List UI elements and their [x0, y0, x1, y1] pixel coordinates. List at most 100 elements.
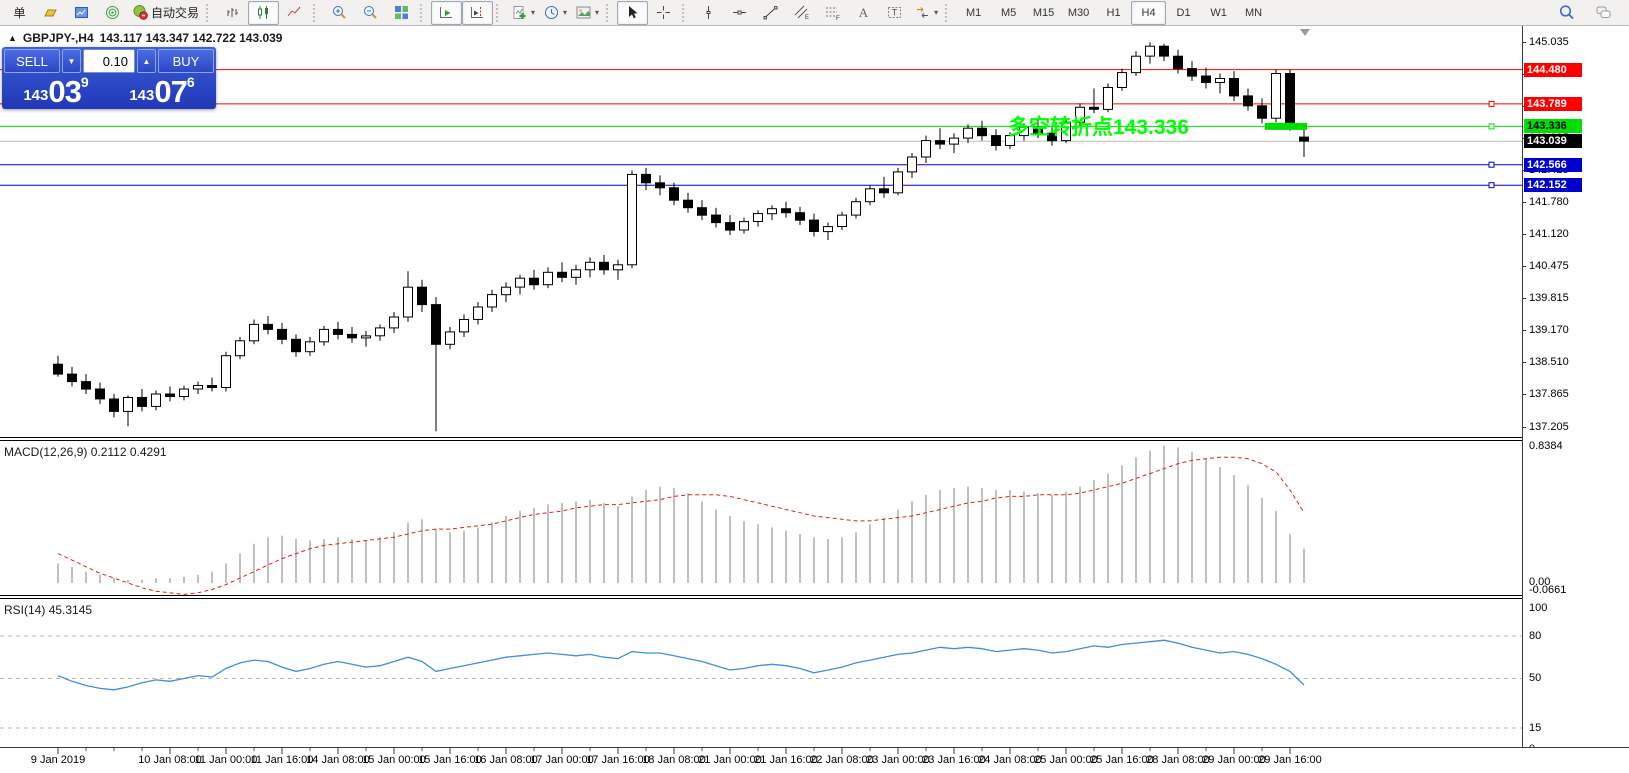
line-chart-icon[interactable]: [279, 1, 310, 25]
horizontal-line-icon[interactable]: [724, 1, 755, 25]
buy-button[interactable]: BUY: [158, 49, 214, 73]
rsi-label: RSI(14) 45.3145: [4, 603, 92, 617]
lot-size-input[interactable]: 0.10: [83, 49, 135, 73]
chart-shift-icon[interactable]: [462, 1, 493, 25]
terminal-icon[interactable]: [66, 1, 97, 25]
radar-icon[interactable]: [97, 1, 128, 25]
level-price-badge: 142.566: [1524, 158, 1582, 172]
search-icon[interactable]: [1551, 1, 1582, 25]
tf-w1[interactable]: W1: [1201, 1, 1236, 25]
candlestick-chart[interactable]: [0, 26, 1522, 437]
candle-chart-icon[interactable]: [248, 1, 279, 25]
time-axis-label: 23 Jan 00:00: [866, 754, 930, 766]
tf-mn[interactable]: MN: [1236, 1, 1271, 25]
tile-windows-icon[interactable]: [386, 1, 417, 25]
toolbar-separator: [682, 4, 688, 22]
price-tick-label: 141.120: [1529, 228, 1569, 240]
macd-scale-max: 0.8384: [1529, 440, 1563, 452]
buy-price-prefix: 143: [129, 85, 154, 107]
zoom-out-icon[interactable]: [355, 1, 386, 25]
price-tick: [1522, 330, 1526, 331]
price-tick-label: 141.780: [1529, 196, 1569, 208]
time-axis-label: 11 Jan 00:00: [195, 754, 258, 766]
time-axis-label: 15 Jan 16:00: [418, 754, 482, 766]
mt4-window: 单自动交易▾▾▾EFAT▾M1M5M15M30H1H4D1W1MN ▲ GBPJ…: [0, 0, 1629, 773]
time-axis-label: 22 Jan 08:00: [810, 754, 874, 766]
rsi-scale-label: 15: [1529, 722, 1541, 734]
lot-spin-down-button[interactable]: ▼: [62, 49, 81, 73]
price-tick-label: 145.035: [1529, 36, 1569, 48]
level-price-badge: 143.336: [1524, 119, 1582, 133]
macd-chart: [0, 441, 1522, 595]
tf-m15[interactable]: M15: [1026, 1, 1061, 25]
tf-h4[interactable]: H4: [1131, 1, 1166, 25]
sell-price-display[interactable]: 143039: [4, 75, 108, 107]
svg-text:F: F: [836, 16, 840, 21]
bar-chart-icon[interactable]: [217, 1, 248, 25]
tf-h1[interactable]: H1: [1096, 1, 1131, 25]
rsi-scale-label: 100: [1529, 602, 1547, 614]
tf-m5[interactable]: M5: [991, 1, 1026, 25]
trendline-icon[interactable]: [755, 1, 786, 25]
time-axis[interactable]: 9 Jan 201910 Jan 08:0011 Jan 00:0011 Jan…: [0, 747, 1629, 773]
macd-scale-min: -0.0661: [1529, 584, 1566, 596]
cursor-icon[interactable]: [617, 1, 648, 25]
macd-pane[interactable]: MACD(12,26,9) 0.2112 0.4291: [0, 441, 1522, 595]
time-axis-label: 17 Jan 16:00: [586, 754, 650, 766]
toolbar-separator: [606, 4, 612, 22]
time-axis-label: 11 Jan 16:00: [251, 754, 314, 766]
price-tick: [1522, 234, 1526, 235]
buy-price-display[interactable]: 143076: [110, 75, 214, 107]
sell-price-prefix: 143: [23, 85, 48, 107]
vertical-line-icon[interactable]: [693, 1, 724, 25]
gold-icon[interactable]: [35, 1, 66, 25]
autotrade-button[interactable]: 自动交易: [128, 1, 203, 25]
time-axis-label: 21 Jan 16:00: [754, 754, 818, 766]
collapse-icon[interactable]: ▲: [8, 33, 17, 43]
main-chart-pane[interactable]: [0, 26, 1522, 437]
rsi-pane[interactable]: RSI(14) 45.3145: [0, 599, 1522, 747]
macd-label: MACD(12,26,9) 0.2112 0.4291: [4, 445, 167, 459]
time-axis-label: 25 Jan 16:00: [1090, 754, 1154, 766]
toolbar-groups: 单自动交易▾▾▾EFAT▾M1M5M15M30H1H4D1W1MN: [4, 1, 1551, 25]
channel-icon[interactable]: E: [786, 1, 817, 25]
toolbar-separator: [313, 4, 319, 22]
auto-scroll-icon[interactable]: [431, 1, 462, 25]
sell-button[interactable]: SELL: [4, 49, 60, 73]
tf-d1[interactable]: D1: [1166, 1, 1201, 25]
price-tick: [1522, 266, 1526, 267]
chart-shift-marker: [1300, 29, 1310, 36]
buy-price-big: 07: [154, 77, 186, 107]
label-icon[interactable]: T: [879, 1, 910, 25]
rsi-scale-label: 50: [1529, 672, 1541, 684]
price-tick: [1522, 362, 1526, 363]
sell-price-sup: 9: [81, 75, 89, 89]
pivot-annotation-text[interactable]: 多空转折点143.336: [1008, 111, 1189, 141]
price-axis[interactable]: 145.035144.390143.745143.085142.425141.7…: [1522, 26, 1629, 747]
price-tick-label: 137.205: [1529, 421, 1569, 433]
price-tick-label: 140.475: [1529, 260, 1569, 272]
indicators-icon[interactable]: ▾: [507, 1, 539, 25]
chat-icon[interactable]: [1588, 1, 1619, 25]
price-tick: [1522, 298, 1526, 299]
tf-m30[interactable]: M30: [1061, 1, 1096, 25]
time-axis-label: 23 Jan 16:00: [922, 754, 986, 766]
new-order-button[interactable]: 单: [4, 1, 35, 25]
periods-icon[interactable]: ▾: [539, 1, 571, 25]
shapes-icon[interactable]: ▾: [910, 1, 942, 25]
lot-spin-up-button[interactable]: ▲: [137, 49, 156, 73]
toolbar-right: [1551, 1, 1619, 25]
zoom-in-icon[interactable]: [324, 1, 355, 25]
time-axis-label: 21 Jan 00:00: [698, 754, 762, 766]
text-icon[interactable]: A: [848, 1, 879, 25]
tf-m1[interactable]: M1: [956, 1, 991, 25]
time-axis-label: 17 Jan 00:00: [530, 754, 594, 766]
crosshair-icon[interactable]: [648, 1, 679, 25]
time-axis-label: 24 Jan 08:00: [978, 754, 1042, 766]
sell-price-big: 03: [48, 77, 80, 107]
price-tick-label: 139.815: [1529, 292, 1569, 304]
toolbar-separator: [496, 4, 502, 22]
fibonacci-icon[interactable]: F: [817, 1, 848, 25]
templates-icon[interactable]: ▾: [571, 1, 603, 25]
rsi-scale-label: 80: [1529, 630, 1541, 642]
